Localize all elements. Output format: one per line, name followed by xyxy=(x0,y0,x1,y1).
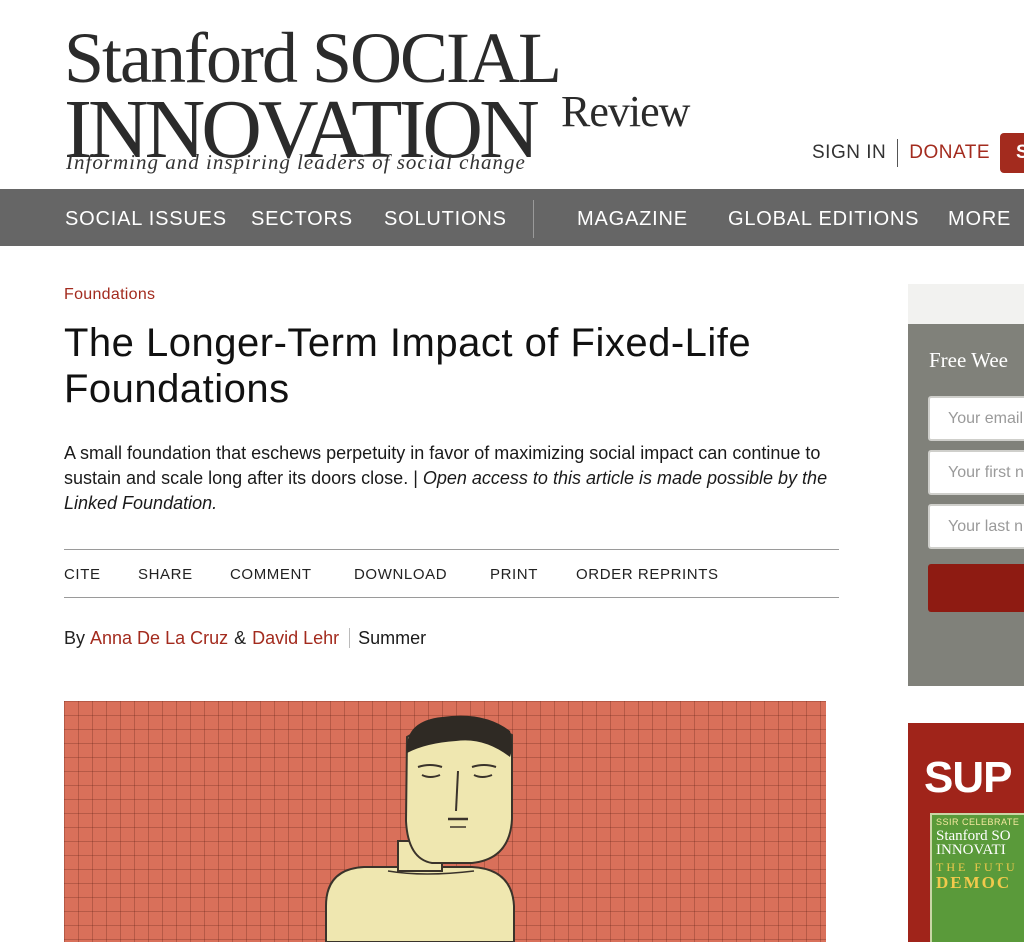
byline: By Anna De La Cruz & David Lehr Summer xyxy=(64,625,426,651)
cite-button[interactable]: CITE xyxy=(64,550,101,598)
logo-review: Review xyxy=(561,87,690,136)
byline-by: By xyxy=(64,627,86,648)
logo-tagline: Informing and inspiring leaders of socia… xyxy=(66,150,526,174)
order-reprints-button[interactable]: ORDER REPRINTS xyxy=(576,550,719,598)
nav-item-sectors[interactable]: SECTORS xyxy=(251,189,353,246)
subscribe-button[interactable]: SU xyxy=(1000,133,1024,173)
newsletter-submit-button[interactable] xyxy=(928,564,1024,612)
article-title: The Longer-Term Impact of Fixed-Life Fou… xyxy=(64,321,752,411)
byline-divider xyxy=(349,628,351,648)
newsletter-signup: Free Wee Your email Your first n Your la… xyxy=(908,324,1024,686)
byline-ampersand: & xyxy=(234,627,247,648)
nav-item-more[interactable]: MORE xyxy=(948,189,1011,246)
main-nav: SOCIAL ISSUES SECTORS SOLUTIONS MAGAZINE… xyxy=(0,189,1024,246)
hero-illustration xyxy=(64,701,826,942)
account-links: SIGN IN DONATE SU xyxy=(812,133,1024,173)
author-link-anna-de-la-cruz[interactable]: Anna De La Cruz xyxy=(90,628,228,649)
share-button[interactable]: SHARE xyxy=(138,550,193,598)
nav-item-global-editions[interactable]: GLOBAL EDITIONS xyxy=(728,189,919,246)
cover-kicker: SSIR CELEBRATE xyxy=(936,817,1020,827)
subscribe-promo[interactable]: SUP SSIR CELEBRATE Stanford SO INNOVATI T… xyxy=(908,723,1024,942)
promo-title: SUP xyxy=(924,753,1012,802)
comment-button[interactable]: COMMENT xyxy=(230,550,312,598)
cover-logo-line2: INNOVATI xyxy=(936,842,1006,858)
illustrated-figure xyxy=(325,715,515,942)
site-header: Stanford SOCIAL INNOVATION Review Inform… xyxy=(0,0,1024,189)
nav-divider xyxy=(533,200,534,238)
print-button[interactable]: PRINT xyxy=(490,550,538,598)
issue-label: Summer xyxy=(358,627,427,648)
article-category-link[interactable]: Foundations xyxy=(64,286,155,304)
newsletter-title: Free Wee xyxy=(929,348,1008,372)
site-logo[interactable]: Stanford SOCIAL INNOVATION Review Inform… xyxy=(64,22,704,182)
donate-link[interactable]: DONATE xyxy=(909,142,990,164)
newsletter-email-field[interactable]: Your email xyxy=(928,396,1024,441)
download-button[interactable]: DOWNLOAD xyxy=(354,550,447,598)
magazine-cover-image: SSIR CELEBRATE Stanford SO INNOVATI THE F… xyxy=(930,813,1024,942)
account-divider xyxy=(897,139,899,167)
cover-logo: Stanford SO INNOVATI xyxy=(936,829,1011,858)
nav-item-magazine[interactable]: MAGAZINE xyxy=(577,189,688,246)
sidebar-ad-strip xyxy=(908,284,1024,324)
newsletter-last-name-field[interactable]: Your last n xyxy=(928,504,1024,549)
cover-headline-2: DEMOC xyxy=(936,873,1012,892)
article-action-bar: CITE SHARE COMMENT DOWNLOAD PRINT ORDER … xyxy=(64,549,839,598)
nav-item-social-issues[interactable]: SOCIAL ISSUES xyxy=(65,189,227,246)
article-dek: A small foundation that eschews perpetui… xyxy=(64,441,844,516)
author-link-david-lehr[interactable]: David Lehr xyxy=(252,628,339,649)
newsletter-first-name-field[interactable]: Your first n xyxy=(928,450,1024,495)
nav-item-solutions[interactable]: SOLUTIONS xyxy=(384,189,507,246)
sign-in-link[interactable]: SIGN IN xyxy=(812,142,886,164)
